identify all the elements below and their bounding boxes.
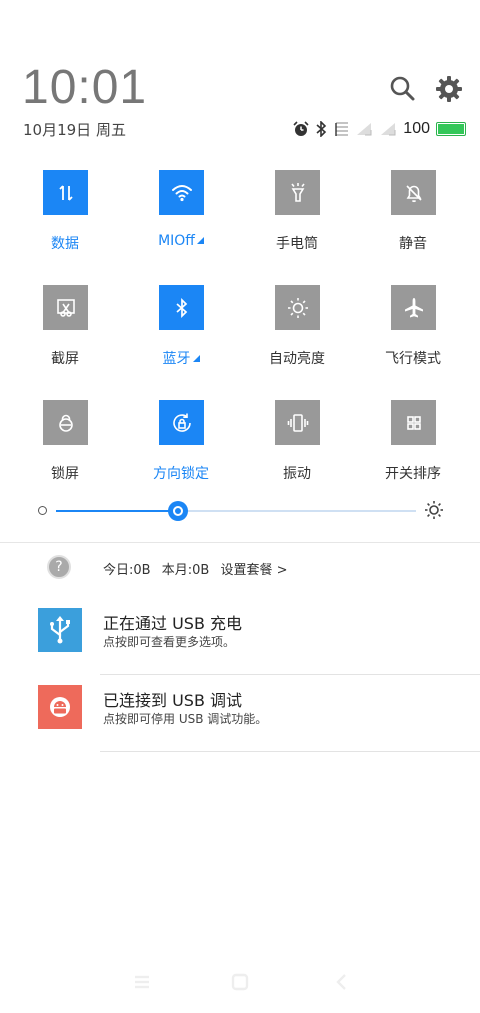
notification-usb-charging[interactable]: 正在通过 USB 充电 点按即可查看更多选项。 [0, 608, 480, 684]
tile-wifi[interactable]: MIOff [123, 170, 239, 285]
data-usage-row[interactable]: ? 今日:0B 本月:0B 设置套餐 > [0, 555, 480, 583]
notification-title: 正在通过 USB 充电 [103, 614, 243, 633]
flashlight-icon [275, 170, 320, 215]
alarm-icon [293, 121, 309, 136]
tile-label: 方向锁定 [153, 466, 209, 482]
signal-icon [357, 123, 372, 136]
tile-mute-bell[interactable]: 静音 [355, 170, 471, 285]
notification-subtitle: 点按即可查看更多选项。 [103, 635, 236, 649]
back-icon[interactable] [331, 971, 353, 993]
notification-subtitle: 点按即可停用 USB 调试功能。 [103, 712, 268, 726]
status-header: 10:01 10月19日 周五 100 [0, 0, 480, 150]
tile-label: 截屏 [51, 351, 79, 367]
battery-fill [438, 124, 464, 134]
tile-lock[interactable]: 锁屏 [7, 400, 123, 515]
airplane-icon [391, 285, 436, 330]
tile-label: MIOff [123, 233, 239, 249]
usb-icon [38, 608, 82, 652]
screenshot-icon [43, 285, 88, 330]
notification-title: 已连接到 USB 调试 [103, 691, 243, 710]
notification-divider [100, 674, 480, 675]
signal-icon [381, 123, 396, 136]
menu-icon[interactable] [131, 971, 153, 993]
rotation-lock-icon [159, 400, 204, 445]
tile-airplane[interactable]: 飞行模式 [355, 285, 471, 400]
bluetooth-icon [159, 285, 204, 330]
tile-label: 锁屏 [51, 466, 79, 482]
tile-label: 数据 [51, 236, 79, 252]
brightness-high-icon [425, 501, 443, 519]
tile-sort-grid[interactable]: 开关排序 [355, 400, 471, 515]
no-sim-icon [335, 122, 349, 136]
battery-icon [436, 122, 466, 136]
tile-auto-brightness[interactable]: 自动亮度 [239, 285, 355, 400]
lock-icon [43, 400, 88, 445]
notification-usb-debugging[interactable]: 已连接到 USB 调试 点按即可停用 USB 调试功能。 [0, 685, 480, 761]
tile-label: 振动 [283, 466, 311, 482]
vibrate-icon [275, 400, 320, 445]
auto-brightness-icon [275, 285, 320, 330]
wifi-icon [159, 170, 204, 215]
tile-label: 自动亮度 [269, 351, 325, 367]
tile-flashlight[interactable]: 手电筒 [239, 170, 355, 285]
notification-divider [100, 751, 480, 752]
data-arrows-icon [43, 170, 88, 215]
clock: 10:01 [22, 61, 148, 114]
brightness-low-icon [38, 506, 47, 515]
tile-rotation-lock[interactable]: 方向锁定 [123, 400, 239, 515]
brightness-track-fill [56, 510, 179, 512]
status-bar: 100 [293, 119, 466, 139]
tile-label: 开关排序 [385, 466, 441, 482]
tile-label: 飞行模式 [385, 351, 441, 367]
expand-triangle-icon[interactable] [192, 355, 200, 362]
bluetooth-icon [316, 121, 327, 137]
data-month: 本月:0B [161, 563, 210, 578]
tile-label: 静音 [399, 236, 427, 252]
mute-bell-icon [391, 170, 436, 215]
expand-triangle-icon[interactable] [196, 237, 204, 244]
data-plan-settings-link[interactable]: 设置套餐 > [220, 563, 287, 578]
data-today: 今日:0B [103, 563, 151, 578]
android-debug-icon [38, 685, 82, 729]
date-label: 10月19日 周五 [23, 121, 126, 139]
settings-gear-icon[interactable] [434, 74, 464, 104]
sort-grid-icon [391, 400, 436, 445]
tile-label: 蓝牙 [123, 348, 239, 368]
brightness-slider[interactable] [38, 500, 444, 522]
battery-percent: 100 [403, 120, 430, 137]
navigation-bar [0, 971, 480, 995]
home-icon[interactable] [229, 971, 251, 993]
section-divider [0, 542, 480, 543]
brightness-knob[interactable] [168, 501, 189, 521]
tile-bluetooth[interactable]: 蓝牙 [123, 285, 239, 400]
tile-label: 手电筒 [276, 236, 318, 252]
help-icon[interactable]: ? [47, 555, 71, 579]
tile-vibrate[interactable]: 振动 [239, 400, 355, 515]
tile-data-arrows[interactable]: 数据 [7, 170, 123, 285]
search-icon[interactable] [388, 74, 418, 104]
tile-screenshot[interactable]: 截屏 [7, 285, 123, 400]
